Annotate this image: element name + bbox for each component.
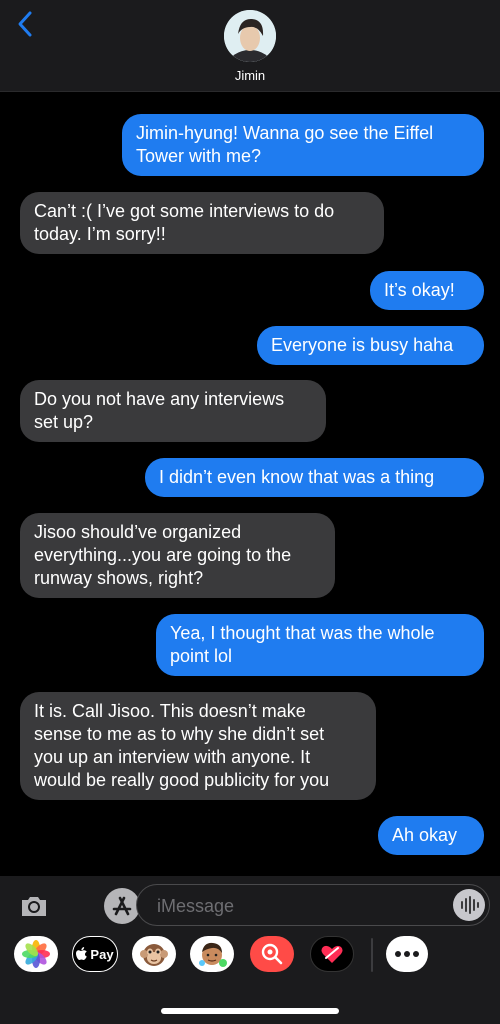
message-thread: Jimin-hyung! Wanna go see the Eiffel Tow… [0,92,500,876]
composer-bar: iMessage Pay [0,876,500,1024]
audio-message-icon[interactable] [453,889,485,921]
message-sent[interactable]: Everyone is busy haha [257,326,484,365]
app-store-icon[interactable] [104,888,140,924]
message-sent[interactable]: I didn’t even know that was a thing [145,458,484,497]
home-indicator[interactable] [161,1008,339,1014]
app-drawer-divider [371,938,373,972]
digital-touch-icon[interactable] [310,936,354,972]
image-search-icon[interactable] [250,936,294,972]
message-received[interactable]: It is. Call Jisoo. This doesn’t make sen… [20,692,376,800]
app-drawer: Pay [0,936,500,980]
more-icon[interactable] [386,936,428,972]
message-sent[interactable]: Jimin-hyung! Wanna go see the Eiffel Tow… [122,114,484,176]
photos-icon[interactable] [14,936,58,972]
apple-pay-label: Pay [90,946,114,962]
animoji-icon[interactable] [132,936,176,972]
message-received[interactable]: Can’t :( I’ve got some interviews to do … [20,192,384,254]
message-received[interactable]: Jisoo should’ve organized everything...y… [20,513,335,598]
message-received[interactable]: Do you not have any interviews set up? [20,380,326,442]
camera-icon[interactable] [18,890,50,922]
contact-name[interactable]: Jimin [0,68,500,83]
memoji-icon[interactable] [190,936,234,972]
apple-pay-icon[interactable]: Pay [72,936,118,972]
chevron-left-icon[interactable] [12,10,40,38]
message-input[interactable]: iMessage [136,884,490,926]
conversation-header: Jimin [0,0,500,92]
contact-avatar[interactable] [224,10,276,62]
message-placeholder: iMessage [157,896,235,916]
message-sent[interactable]: Ah okay [378,816,484,855]
message-sent[interactable]: Yea, I thought that was the whole point … [156,614,484,676]
message-sent[interactable]: It’s okay! [370,271,484,310]
